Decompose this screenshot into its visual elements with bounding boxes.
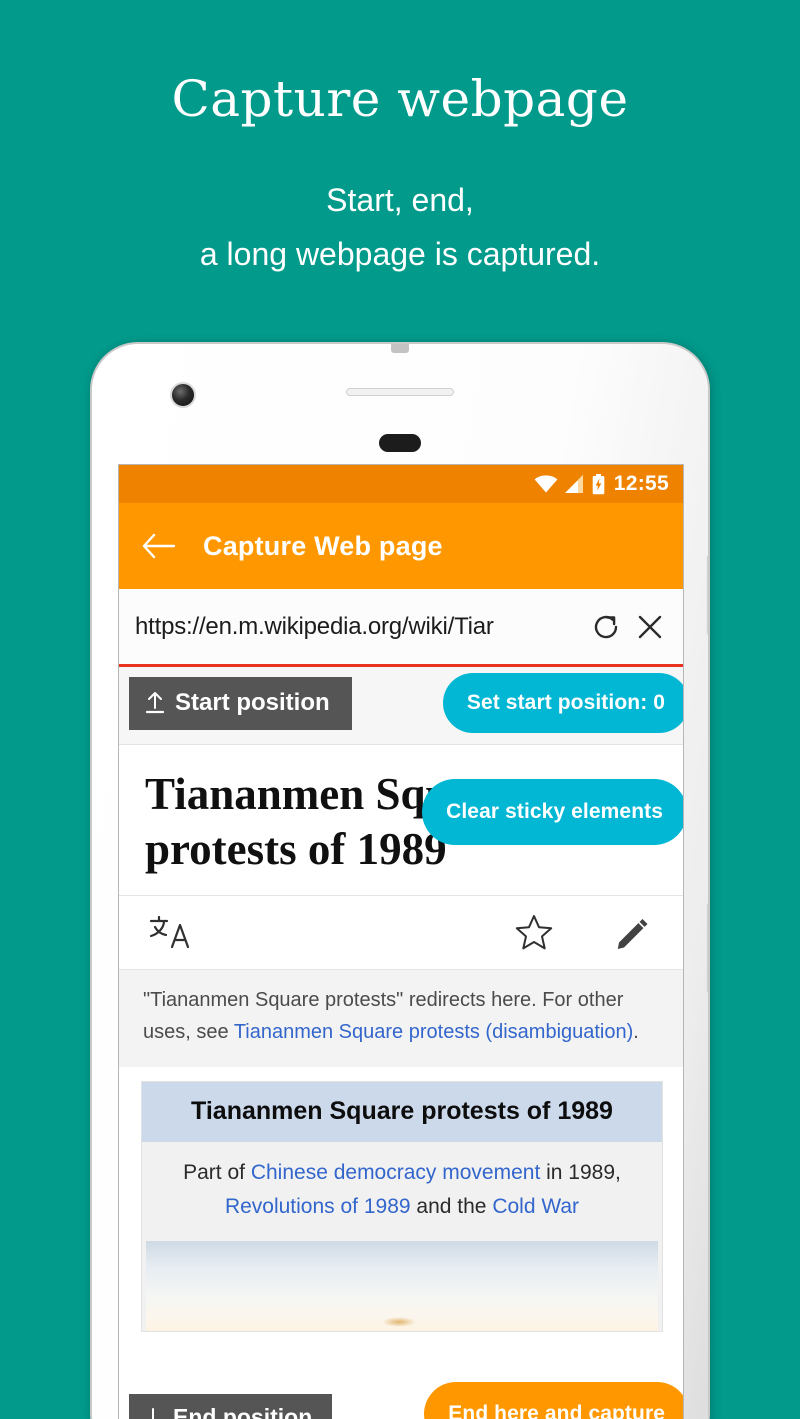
clear-sticky-elements-button[interactable]: Clear sticky elements	[422, 779, 683, 845]
reload-icon[interactable]	[591, 612, 621, 642]
infobox-part-of-prefix: Part of	[183, 1160, 251, 1184]
language-icon[interactable]	[147, 912, 191, 952]
promo-subtitle-line1: Start, end,	[326, 182, 474, 218]
earpiece-speaker	[346, 388, 454, 396]
infobox-link-2[interactable]: Revolutions of 1989	[225, 1195, 411, 1218]
infobox-link-1[interactable]: Chinese democracy movement	[251, 1161, 540, 1184]
cell-signal-icon	[564, 475, 585, 493]
infobox: Tiananmen Square protests of 1989 Part o…	[141, 1080, 663, 1332]
infobox-mid-1: in 1989,	[540, 1160, 621, 1184]
arrow-up-to-bar-icon	[145, 691, 165, 715]
promo-title: Capture webpage	[171, 70, 629, 128]
front-camera-icon	[170, 382, 196, 408]
infobox-photo	[146, 1240, 658, 1331]
status-bar-icons	[534, 473, 605, 495]
status-clock: 12:55	[613, 472, 669, 495]
promo-subtitle-line2: a long webpage is captured.	[199, 236, 601, 273]
end-position-chip-label: End position	[173, 1404, 313, 1419]
phone-screen: 12:55 Capture Web page https://en.m.wiki…	[118, 464, 684, 1419]
infobox-subtitle: Part of Chinese democracy movement in 19…	[142, 1142, 662, 1241]
infobox-mid-2: and the	[410, 1195, 493, 1219]
app-bar: Capture Web page	[119, 503, 683, 589]
pencil-icon[interactable]	[615, 913, 653, 951]
promo-header: Capture webpage Start, end, a long webpa…	[0, 0, 800, 282]
star-icon[interactable]	[515, 913, 615, 951]
battery-charging-icon	[592, 473, 605, 495]
wifi-icon	[534, 475, 558, 493]
web-content: WIKIPEDIA Tiananmen Square protests of 1…	[119, 667, 683, 1419]
end-position-chip: End position	[129, 1394, 333, 1419]
hatnote-link[interactable]: Tiananmen Square protests (disambiguatio…	[234, 1021, 633, 1043]
article-actions	[119, 896, 683, 970]
volume-button[interactable]	[707, 904, 708, 992]
promo-subtitle: Start, end, a long webpage is captured.	[0, 173, 800, 282]
phone-mockup: 12:55 Capture Web page https://en.m.wiki…	[92, 344, 708, 1419]
phone-top-tab	[391, 344, 409, 353]
close-icon[interactable]	[635, 612, 665, 642]
power-button[interactable]	[707, 556, 708, 634]
infobox-link-3[interactable]: Cold War	[492, 1195, 579, 1218]
hatnote-text-after: .	[633, 1021, 639, 1044]
url-bar: https://en.m.wikipedia.org/wiki/Tiar	[119, 589, 683, 667]
proximity-sensor	[379, 434, 421, 452]
status-bar: 12:55	[119, 465, 683, 503]
start-position-chip: Start position	[129, 677, 352, 730]
set-start-position-button[interactable]: Set start position: 0	[442, 673, 683, 733]
hatnote: "Tiananmen Square protests" redirects he…	[119, 969, 683, 1067]
arrow-down-icon	[143, 1406, 163, 1419]
back-arrow-icon[interactable]	[141, 533, 175, 559]
start-position-chip-label: Start position	[175, 689, 330, 716]
end-here-and-capture-button[interactable]: End here and capture	[424, 1382, 683, 1419]
app-bar-title: Capture Web page	[203, 530, 443, 561]
url-input[interactable]: https://en.m.wikipedia.org/wiki/Tiar	[135, 613, 577, 641]
infobox-title: Tiananmen Square protests of 1989	[142, 1081, 662, 1142]
